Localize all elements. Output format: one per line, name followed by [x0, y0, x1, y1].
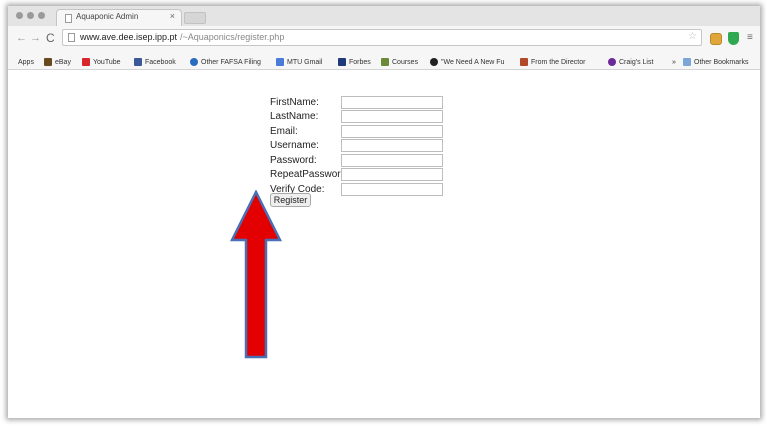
tab-strip: Aquaponic Admin ×: [8, 6, 760, 26]
site-icon: [430, 58, 438, 66]
bookmark-label: Other Bookmarks: [694, 58, 749, 66]
extension-icon[interactable]: [710, 33, 722, 45]
bookmark-label: "We Need A New Fu: [441, 58, 505, 66]
window-close-dot[interactable]: [16, 12, 23, 19]
back-icon[interactable]: ←: [16, 32, 27, 44]
youtube-icon: [82, 58, 90, 66]
red-arrow-annotation: [230, 190, 282, 359]
browser-menu-icon[interactable]: ≡: [747, 32, 753, 43]
email-input[interactable]: [341, 125, 443, 138]
firstname-input[interactable]: [341, 96, 443, 109]
username-label: Username:: [270, 140, 319, 151]
url-host: www.ave.dee.isep.ipp.pt: [80, 32, 178, 42]
password-label: Password:: [270, 155, 317, 166]
folder-icon: [683, 58, 691, 66]
bookmark-we-need[interactable]: "We Need A New Fu: [430, 56, 504, 68]
reload-icon[interactable]: C: [46, 31, 55, 45]
bookmark-label: Craig's List: [619, 58, 654, 66]
new-tab-button[interactable]: [184, 12, 206, 24]
page-icon: [65, 14, 72, 23]
bookmark-courses[interactable]: Courses: [381, 56, 418, 68]
shield-extension-icon[interactable]: [728, 32, 739, 45]
bookmark-label: MTU Gmail: [287, 58, 323, 66]
bookmarks-bar: Apps eBay YouTube Facebook Other FAFSA F…: [8, 54, 760, 70]
bookmark-mtu-gmail[interactable]: MTU Gmail: [276, 56, 322, 68]
window-zoom-dot[interactable]: [38, 12, 45, 19]
bookmark-label: Facebook: [145, 58, 176, 66]
repeat-password-label: RepeatPassword:: [270, 169, 349, 180]
bookmark-ebay[interactable]: eBay: [44, 56, 71, 68]
browser-toolbar: ← → C www.ave.dee.isep.ipp.pt /~Aquaponi…: [8, 26, 760, 54]
browser-tab[interactable]: Aquaponic Admin ×: [56, 9, 182, 26]
tab-title: Aquaponic Admin: [76, 12, 139, 21]
username-input[interactable]: [341, 139, 443, 152]
facebook-icon: [134, 58, 142, 66]
lastname-label: LastName:: [270, 111, 319, 122]
bookmarks-overflow-button[interactable]: »: [672, 56, 676, 68]
email-label: Email:: [270, 126, 298, 137]
bookmark-fafsa[interactable]: Other FAFSA Filing: [190, 56, 261, 68]
bookmark-forbes[interactable]: Forbes: [338, 56, 371, 68]
bookmark-label: Courses: [392, 58, 419, 66]
bookmark-other[interactable]: Other Bookmarks: [683, 56, 748, 68]
url-path: /~Aquaponics/register.php: [180, 32, 285, 42]
bookmark-youtube[interactable]: YouTube: [82, 56, 121, 68]
bookmark-apps[interactable]: Apps: [18, 56, 34, 68]
bookmark-director[interactable]: From the Director: [520, 56, 585, 68]
bookmark-facebook[interactable]: Facebook: [134, 56, 176, 68]
chevron-icon: »: [672, 58, 676, 66]
bookmark-label: Other FAFSA Filing: [201, 58, 261, 66]
bookmark-label: Forbes: [349, 58, 371, 66]
page-icon: [68, 33, 75, 42]
bookmark-label: Apps: [18, 58, 34, 66]
window-minimize-dot[interactable]: [27, 12, 34, 19]
bookmark-craigslist[interactable]: Craig's List: [608, 56, 653, 68]
bookmark-label: YouTube: [93, 58, 121, 66]
forbes-icon: [338, 58, 346, 66]
browser-window: Aquaponic Admin × ← → C www.ave.dee.isep…: [8, 6, 760, 418]
bookmark-label: eBay: [55, 58, 71, 66]
globe-icon: [190, 58, 198, 66]
ebay-icon: [44, 58, 52, 66]
bookmark-label: From the Director: [531, 58, 586, 66]
forward-icon[interactable]: →: [30, 32, 41, 44]
site-icon: [520, 58, 528, 66]
peace-icon: [608, 58, 616, 66]
courses-icon: [381, 58, 389, 66]
page-content: FirstName: LastName: Email: Username: Pa…: [8, 70, 760, 418]
gmail-icon: [276, 58, 284, 66]
tab-close-icon[interactable]: ×: [170, 11, 175, 21]
address-bar[interactable]: www.ave.dee.isep.ipp.pt /~Aquaponics/reg…: [62, 29, 702, 46]
password-input[interactable]: [341, 154, 443, 167]
bookmark-star-icon[interactable]: ☆: [688, 31, 697, 42]
repeat-password-input[interactable]: [341, 168, 443, 181]
verify-code-input[interactable]: [341, 183, 443, 196]
firstname-label: FirstName:: [270, 97, 319, 108]
lastname-input[interactable]: [341, 110, 443, 123]
